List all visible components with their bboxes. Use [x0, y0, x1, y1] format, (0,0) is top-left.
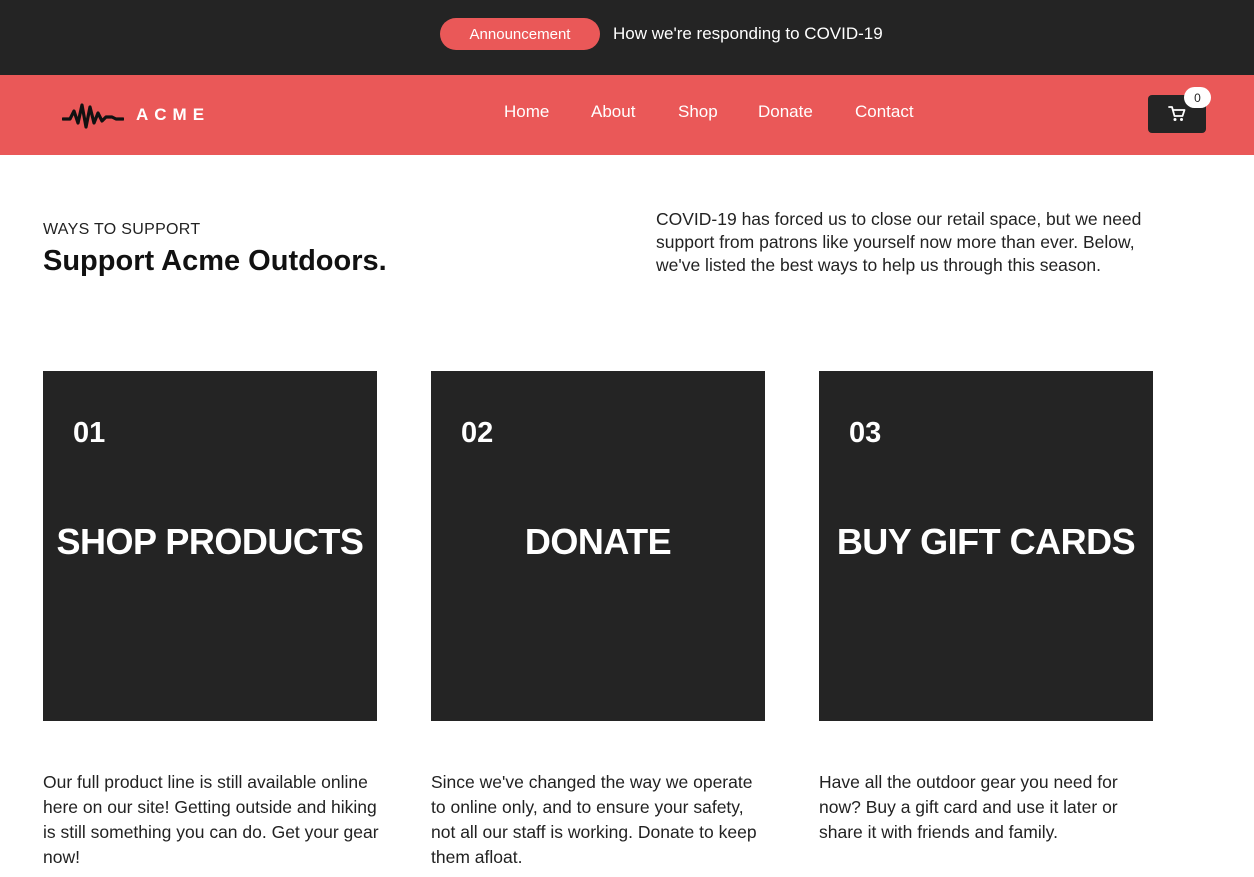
- card-title: SHOP PRODUCTS: [56, 521, 364, 562]
- card-description-shop: Our full product line is still available…: [43, 772, 379, 867]
- page-title: Support Acme Outdoors.: [43, 245, 387, 277]
- nav-contact[interactable]: Contact: [855, 102, 914, 122]
- nav-about[interactable]: About: [591, 102, 635, 122]
- card-description-gift-cards: Have all the outdoor gear you need for n…: [819, 772, 1118, 842]
- card-title: DONATE: [524, 521, 672, 562]
- logo[interactable]: ACME: [62, 97, 210, 133]
- card-title: BUY GIFT CARDS: [836, 521, 1136, 562]
- logo-text: ACME: [136, 105, 211, 124]
- sound-wave-icon: [62, 103, 124, 129]
- card-shop-products[interactable]: 01 SHOP PRODUCTS: [43, 371, 377, 721]
- card-buy-gift-cards[interactable]: 03 BUY GIFT CARDS: [819, 371, 1153, 721]
- announcement-bar: Announcement How we're responding to COV…: [0, 0, 1254, 75]
- nav-donate[interactable]: Donate: [758, 102, 813, 122]
- nav-home[interactable]: Home: [504, 102, 549, 122]
- card-number: 02: [461, 417, 494, 449]
- cart-count-badge: 0: [1184, 87, 1211, 108]
- card-number: 03: [849, 417, 882, 449]
- announcement-link[interactable]: How we're responding to COVID-19: [613, 24, 883, 44]
- section-eyebrow: WAYS TO SUPPORT: [43, 221, 201, 238]
- shopping-cart-icon: [1168, 106, 1186, 121]
- site-header: ACME Home About Shop Donate Contact 0: [0, 75, 1254, 155]
- card-number: 01: [73, 417, 106, 449]
- card-donate[interactable]: 02 DONATE: [431, 371, 765, 721]
- card-description-donate: Since we've changed the way we operate t…: [431, 772, 757, 867]
- nav-shop[interactable]: Shop: [678, 102, 718, 122]
- announcement-pill[interactable]: Announcement: [440, 18, 600, 50]
- intro-copy: COVID-19 has forced us to close our reta…: [656, 209, 1142, 275]
